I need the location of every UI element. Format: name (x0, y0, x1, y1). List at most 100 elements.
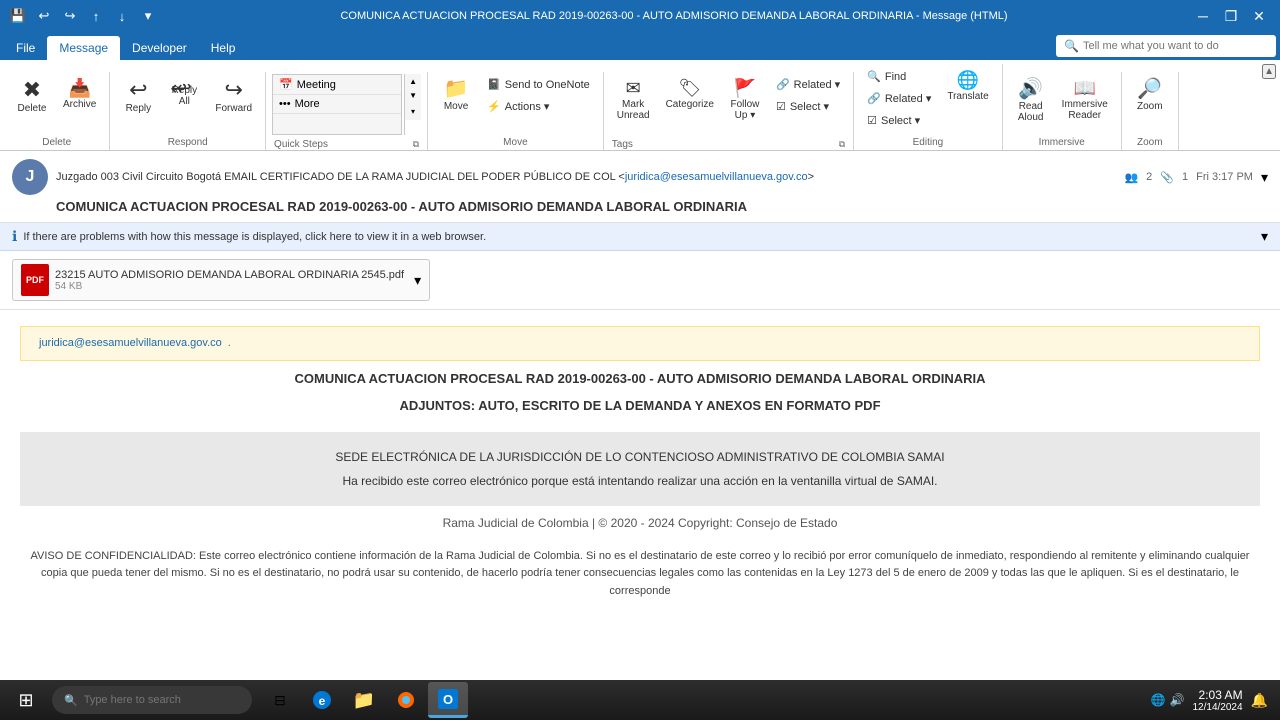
read-aloud-label: ReadAloud (1018, 101, 1044, 123)
tab-search-box[interactable]: 🔍 (1056, 35, 1276, 57)
from-name: Juzgado 003 Civil Circuito Bogotá EMAIL … (56, 171, 615, 183)
reply-button[interactable]: ↩ Reply (116, 74, 160, 119)
reply-icon: ↩ (129, 79, 147, 101)
reply-all-button[interactable]: ↩ ↩ ReplyAll (162, 74, 206, 112)
related-button[interactable]: 🔗 Related ▾ (769, 74, 847, 95)
search-input[interactable] (1083, 40, 1263, 52)
immersive-reader-button[interactable]: 📖 ImmersiveReader (1055, 74, 1115, 126)
email-title-line1: COMUNICA ACTUACION PROCESAL RAD 2019-002… (20, 369, 1260, 389)
read-aloud-button[interactable]: 🔊 ReadAloud (1009, 74, 1053, 128)
email-section-samai: SEDE ELECTRÓNICA DE LA JURISDICCIÓN DE L… (20, 432, 1260, 506)
quicksteps-up[interactable]: ▲ (405, 74, 421, 88)
tags-dialog-icon[interactable]: ⧉ (839, 139, 845, 150)
taskbar-search-box[interactable]: 🔍 (52, 686, 252, 714)
archive-button[interactable]: 📥 Archive (56, 74, 103, 115)
qat-redo[interactable]: ↪ (60, 6, 80, 26)
notification-icon[interactable]: 🔔 (1251, 692, 1268, 709)
qat-undo[interactable]: ↩ (34, 6, 54, 26)
select-button[interactable]: ☑ Select ▾ (769, 96, 847, 117)
delete-button[interactable]: ✖ Delete (10, 74, 54, 119)
window-controls: ─ ❐ ✕ (1190, 3, 1272, 29)
related-label: Related ▾ (794, 78, 841, 91)
expand-message-button[interactable]: ▾ (1261, 169, 1268, 186)
taskbar-explorer[interactable]: 📁 (344, 682, 384, 718)
related-editing-icon: 🔗 (867, 92, 881, 105)
ribbon-group-tags: ✉ MarkUnread 🏷 Categorize 🚩 FollowUp ▾ 🔗… (604, 72, 854, 150)
title-bar-qat: 💾 ↩ ↪ ↑ ↓ ▾ (8, 6, 158, 26)
email-section-body: Ha recibido este correo electrónico porq… (36, 472, 1244, 490)
qat-up[interactable]: ↑ (86, 6, 106, 26)
tab-file[interactable]: File (4, 36, 47, 60)
volume-icon[interactable]: 🔊 (1170, 693, 1185, 707)
minimize-button[interactable]: ─ (1190, 3, 1216, 29)
spam-email-link[interactable]: juridica@esesamuelvillanueva.gov.co (39, 335, 222, 352)
network-icon[interactable]: 🌐 (1151, 693, 1166, 707)
find-button[interactable]: 🔍 Find (860, 66, 938, 87)
restore-button[interactable]: ❐ (1218, 3, 1244, 29)
qat-customize[interactable]: ▾ (138, 6, 158, 26)
start-button[interactable]: ⊞ (4, 682, 48, 718)
qat-save[interactable]: 💾 (8, 6, 28, 26)
quicksteps-dialog-icon[interactable]: ⧉ (413, 139, 419, 150)
follow-up-label: FollowUp ▾ (730, 99, 759, 121)
attachment-expand-button[interactable]: ▾ (414, 272, 421, 289)
info-expand-button[interactable]: ▾ (1261, 228, 1268, 245)
message-meta: 👥 2 📎 1 Fri 3:17 PM ▾ (1124, 169, 1268, 186)
zoom-button[interactable]: 🔎 Zoom (1128, 74, 1172, 117)
more-label: More (295, 98, 320, 110)
taskbar-task-view[interactable]: ⊟ (260, 682, 300, 718)
taskbar-clock[interactable]: 2:03 AM 12/14/2024 (1193, 688, 1243, 713)
from-row: J Juzgado 003 Civil Circuito Bogotá EMAI… (12, 159, 1268, 195)
tab-help[interactable]: Help (199, 36, 248, 60)
move-button[interactable]: 📁 Move (434, 74, 478, 117)
send-to-onenote-button[interactable]: 📓 Send to OneNote (480, 74, 597, 95)
categorize-button[interactable]: 🏷 Categorize (659, 74, 721, 115)
sender-avatar: J (12, 159, 48, 195)
follow-up-button[interactable]: 🚩 FollowUp ▾ (723, 74, 767, 126)
archive-label: Archive (63, 99, 96, 110)
zoom-icon: 🔎 (1137, 79, 1162, 99)
tab-developer[interactable]: Developer (120, 36, 199, 60)
categorize-label: Categorize (666, 99, 714, 110)
select-editing-icon: ☑ (867, 114, 877, 127)
select-editing-button[interactable]: ☑ Select ▾ (860, 110, 938, 131)
quickstep-more[interactable]: ••• More (273, 95, 401, 114)
taskbar-search-icon: 🔍 (64, 694, 78, 707)
people-icon: 👥 (1124, 171, 1138, 184)
attachment-count: 1 (1182, 171, 1188, 183)
ribbon-group-move: 📁 Move 📓 Send to OneNote ⚡ Actions ▾ Mov… (428, 72, 604, 150)
info-icon: ℹ (12, 228, 17, 245)
message-header: J Juzgado 003 Civil Circuito Bogotá EMAI… (0, 151, 1280, 223)
respond-group-label: Respond (114, 135, 261, 150)
attachment-item[interactable]: PDF 23215 AUTO ADMISORIO DEMANDA LABORAL… (12, 259, 430, 301)
related-editing-button[interactable]: 🔗 Related ▾ (860, 88, 938, 109)
from-email[interactable]: juridica@esesamuelvillanueva.gov.co (625, 171, 808, 183)
mark-unread-button[interactable]: ✉ MarkUnread (610, 74, 657, 126)
forward-button[interactable]: ↪ Forward (208, 74, 259, 119)
taskbar-edge[interactable]: e (302, 682, 342, 718)
translate-icon: 🌐 (957, 71, 979, 89)
mark-unread-label: MarkUnread (617, 99, 650, 121)
taskbar-outlook[interactable]: O (428, 682, 468, 718)
collapse-ribbon-button[interactable]: ▲ (1262, 64, 1276, 79)
onenote-label: Send to OneNote (505, 79, 590, 91)
zoom-group-label: Zoom (1126, 135, 1174, 150)
move-small-btns: 📓 Send to OneNote ⚡ Actions ▾ (480, 74, 597, 117)
quickstep-meeting[interactable]: 📅 Meeting (273, 75, 401, 95)
quicksteps-expand[interactable]: ▾ (405, 102, 421, 120)
ribbon-group-quicksteps: 📅 Meeting ••• More ▲ ▼ ▾ Quick Steps ⧉ (266, 72, 428, 150)
immersive-reader-icon: 📖 (1074, 79, 1096, 97)
translate-button[interactable]: 🌐 Translate (940, 66, 995, 107)
close-button[interactable]: ✕ (1246, 3, 1272, 29)
taskbar-firefox[interactable] (386, 682, 426, 718)
pdf-icon: PDF (21, 264, 49, 296)
tags-group-label: Tags ⧉ (608, 139, 849, 150)
tab-message[interactable]: Message (47, 36, 120, 60)
zoom-label: Zoom (1137, 101, 1163, 112)
search-icon: 🔍 (1064, 39, 1079, 53)
quicksteps-down[interactable]: ▼ (405, 88, 421, 102)
qat-down[interactable]: ↓ (112, 6, 132, 26)
actions-button[interactable]: ⚡ Actions ▾ (480, 96, 597, 117)
meeting-label: Meeting (297, 79, 336, 91)
taskbar-search-input[interactable] (84, 694, 240, 706)
